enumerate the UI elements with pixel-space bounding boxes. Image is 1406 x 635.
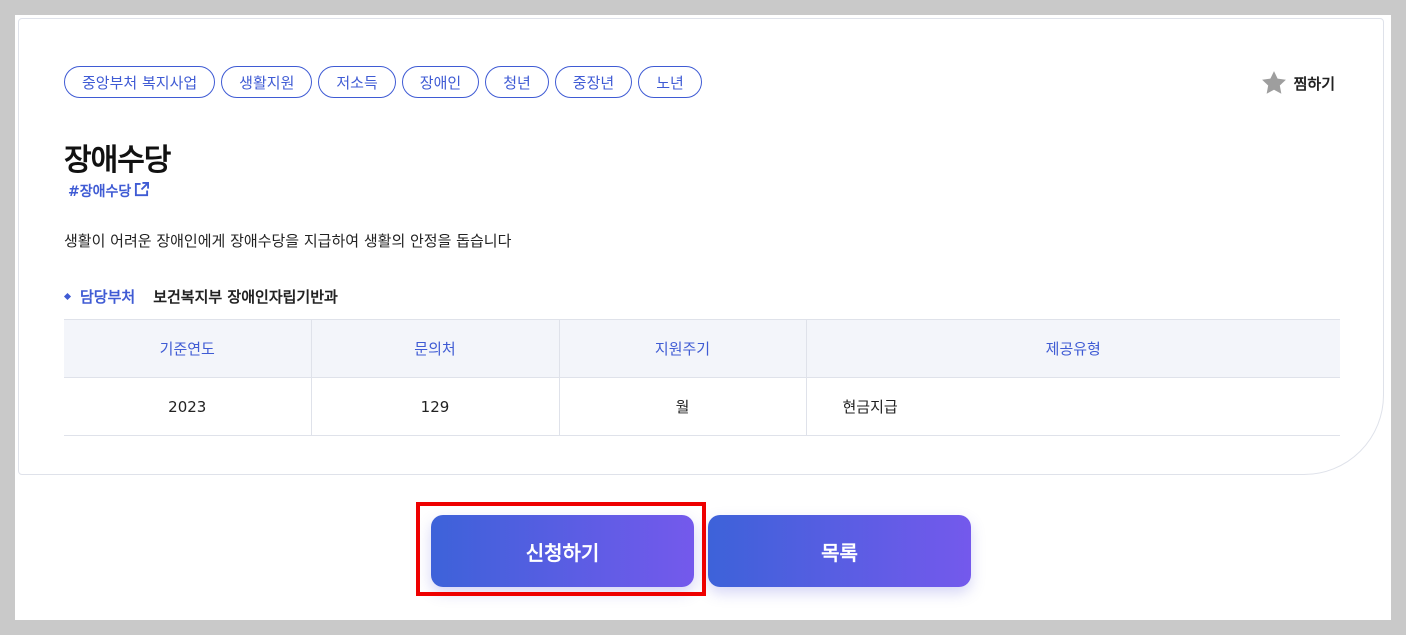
page-title: 장애수당 [64, 143, 171, 178]
header-contact: 문의처 [311, 319, 560, 378]
cell-provision-type: 현금지급 [806, 377, 1340, 436]
service-description: 생활이 어려운 장애인에게 장애수당을 지급하여 생활의 안정을 돕습니다 [64, 232, 512, 250]
department-row: 담당부처 보건복지부 장애인자립기반과 [63, 286, 338, 307]
tag-living-support[interactable]: 생활지원 [221, 66, 313, 98]
header-base-year: 기준연도 [64, 319, 312, 378]
hashtag-text: #장애수당 [68, 184, 132, 200]
tag-list: 중앙부처 복지사업 생활지원 저소득 장애인 청년 중장년 노년 [64, 66, 702, 98]
favorite-button[interactable]: 찜하기 [1260, 69, 1335, 97]
header-provision-type: 제공유형 [806, 319, 1340, 378]
list-button[interactable]: 목록 [708, 515, 971, 587]
bullet-icon [63, 292, 72, 301]
tag-middle-aged[interactable]: 중장년 [554, 66, 633, 98]
header-support-cycle: 지원주기 [559, 319, 807, 378]
table-row: 2023 129 월 현금지급 [64, 377, 1340, 436]
tag-youth[interactable]: 청년 [485, 66, 549, 98]
table-header-row: 기준연도 문의처 지원주기 제공유형 [64, 319, 1340, 378]
tag-low-income[interactable]: 저소득 [318, 66, 396, 98]
hashtag-link[interactable]: #장애수당 [68, 181, 150, 201]
favorite-label: 찜하기 [1293, 74, 1335, 93]
cell-support-cycle: 월 [559, 377, 807, 436]
service-detail-card: 중앙부처 복지사업 생활지원 저소득 장애인 청년 중장년 노년 찜하기 장애수… [18, 18, 1384, 475]
star-icon [1260, 69, 1288, 97]
department-label: 담당부처 [80, 288, 136, 306]
cell-base-year: 2023 [64, 377, 312, 436]
tag-central-welfare[interactable]: 중앙부처 복지사업 [64, 66, 216, 98]
external-link-icon [134, 181, 150, 201]
department-value: 보건복지부 장애인자립기반과 [153, 288, 338, 306]
tag-elderly[interactable]: 노년 [638, 66, 702, 98]
highlight-box [416, 502, 706, 596]
service-info-table: 기준연도 문의처 지원주기 제공유형 2023 129 월 현금지급 [64, 319, 1340, 436]
tag-disabled[interactable]: 장애인 [401, 66, 480, 98]
cell-contact: 129 [311, 377, 560, 436]
